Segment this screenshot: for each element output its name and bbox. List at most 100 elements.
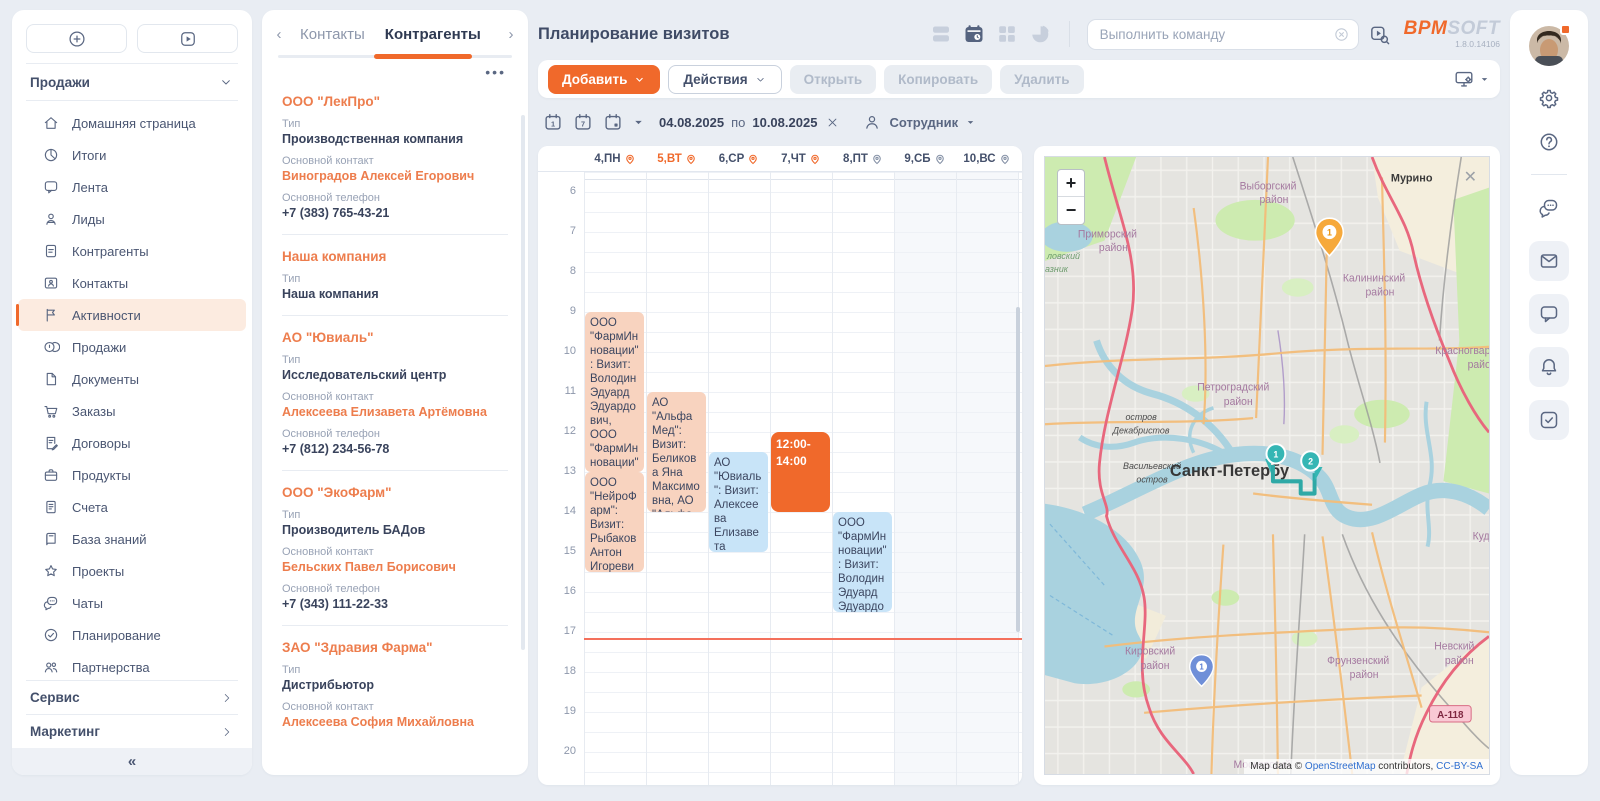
- tabs-next-arrow[interactable]: ›: [504, 26, 518, 43]
- sidebar-section-marketing[interactable]: Маркетинг: [26, 714, 238, 748]
- sidebar-item-chats[interactable]: Чаты: [18, 587, 246, 619]
- sidebar-item-feed[interactable]: Лента: [18, 171, 246, 203]
- day-header-today[interactable]: 5,ВТ: [646, 146, 708, 172]
- month-view-calendar-icon[interactable]: [602, 111, 624, 133]
- tabs-prev-arrow[interactable]: ‹: [272, 26, 286, 43]
- location-pin-icon[interactable]: [685, 153, 697, 165]
- account-card[interactable]: ООО "ЭкоФарм" ТипПроизводитель БАДов Осн…: [282, 485, 508, 626]
- panel-scrollbar[interactable]: [521, 115, 525, 650]
- day-view-calendar-icon[interactable]: 1: [542, 111, 564, 133]
- primary-contact-link[interactable]: Бельских Павел Борисович: [282, 560, 508, 574]
- sidebar-item-products[interactable]: Продукты: [18, 459, 246, 491]
- zoom-out-button[interactable]: −: [1058, 197, 1084, 224]
- account-title-link[interactable]: АО "Ювиаль": [282, 330, 508, 345]
- calendar-event[interactable]: ООО "ФармИнновации": Визит: Володин Эдуа…: [833, 512, 892, 612]
- sidebar-item-leads[interactable]: Лиды: [18, 203, 246, 235]
- run-process-button[interactable]: [137, 24, 238, 53]
- copy-button[interactable]: Копировать: [884, 65, 992, 94]
- calendar-view-icon[interactable]: [962, 22, 986, 46]
- date-from[interactable]: 04.08.2025: [659, 115, 724, 130]
- map-close-icon[interactable]: ✕: [1464, 167, 1477, 187]
- grid-view-icon[interactable]: [995, 22, 1019, 46]
- primary-contact-link[interactable]: Алексеева Елизавета Артёмовна: [282, 405, 508, 419]
- location-pin-icon[interactable]: [809, 153, 821, 165]
- day-header[interactable]: 4,ПН: [584, 146, 646, 172]
- map[interactable]: Выборгский район Приморский район Калини…: [1044, 156, 1490, 775]
- sidebar-item-documents[interactable]: Документы: [18, 363, 246, 395]
- sidebar-item-summaries[interactable]: Итоги: [18, 139, 246, 171]
- sidebar-item-contacts[interactable]: Контакты: [18, 267, 246, 299]
- clear-date-filter-icon[interactable]: [825, 115, 840, 130]
- workplace-selector[interactable]: Продажи: [26, 63, 238, 101]
- tab-contacts[interactable]: Контакты: [294, 26, 371, 43]
- sidebar-section-service[interactable]: Сервис: [26, 680, 238, 714]
- primary-contact-link[interactable]: Виноградов Алексей Егорович: [282, 169, 508, 183]
- location-pin-icon[interactable]: [871, 153, 883, 165]
- location-pin-icon[interactable]: [747, 153, 759, 165]
- week-view-calendar-icon[interactable]: 7: [572, 111, 594, 133]
- sidebar-item-projects[interactable]: Проекты: [18, 555, 246, 587]
- command-line[interactable]: [1087, 19, 1359, 50]
- calendar-event[interactable]: ООО "НейроФарм": Визит: Рыбаков Антон Иг…: [585, 472, 644, 572]
- day-header[interactable]: 9,СБ: [894, 146, 956, 172]
- map-marker-route-end[interactable]: 2: [1301, 451, 1320, 470]
- sidebar-item-partnerships[interactable]: Партнерства: [18, 651, 246, 680]
- period-chevron-icon[interactable]: [632, 116, 645, 129]
- scheduler-grid[interactable]: 6 7 8 9 10 11 12 13 14 15 16 17 18 19 20…: [538, 172, 1022, 785]
- settings-gear-icon[interactable]: [1537, 86, 1561, 110]
- run-command-icon[interactable]: [1368, 23, 1391, 46]
- actions-button[interactable]: Действия: [668, 65, 781, 94]
- date-range-filter[interactable]: 04.08.2025 по 10.08.2025: [659, 115, 817, 130]
- sidebar-item-orders[interactable]: Заказы: [18, 395, 246, 427]
- clear-command-icon[interactable]: [1333, 26, 1350, 43]
- day-header[interactable]: 7,ЧТ: [770, 146, 832, 172]
- tasks-button[interactable]: [1529, 400, 1569, 440]
- feed-panel-button[interactable]: [1529, 294, 1569, 334]
- day-header[interactable]: 8,ПТ: [832, 146, 894, 172]
- sidebar-item-invoices[interactable]: Счета: [18, 491, 246, 523]
- sidebar-item-home-page[interactable]: Домашняя страница: [18, 107, 246, 139]
- account-title-link[interactable]: Наша компания: [282, 249, 508, 264]
- location-pin-icon[interactable]: [624, 153, 636, 165]
- sidebar-collapse-button[interactable]: «: [12, 748, 252, 775]
- location-pin-icon[interactable]: [934, 153, 946, 165]
- account-title-link[interactable]: ООО "ЭкоФарм": [282, 485, 508, 500]
- employee-filter[interactable]: Сотрудник: [862, 112, 976, 132]
- sidebar-item-accounts[interactable]: Контрагенты: [18, 235, 246, 267]
- notifications-button[interactable]: [1529, 347, 1569, 387]
- account-card[interactable]: ООО "ЛекПро" ТипПроизводственная компани…: [282, 94, 508, 235]
- sidebar-item-activities[interactable]: Активности: [18, 299, 246, 331]
- mail-panel-button[interactable]: [1529, 241, 1569, 281]
- add-record-button[interactable]: [26, 24, 127, 53]
- account-card[interactable]: Наша компания ТипНаша компания: [282, 249, 508, 316]
- zoom-in-button[interactable]: +: [1058, 170, 1084, 197]
- sidebar-item-contracts[interactable]: Договоры: [18, 427, 246, 459]
- scheduler-scrollbar[interactable]: [1016, 307, 1020, 632]
- account-card[interactable]: АО "Ювиаль" ТипИсследовательский центр О…: [282, 330, 508, 471]
- day-header[interactable]: 10,ВС: [956, 146, 1018, 172]
- day-header[interactable]: 6,СР: [708, 146, 770, 172]
- help-icon[interactable]: [1537, 130, 1561, 154]
- panel-more-button[interactable]: •••: [485, 68, 506, 76]
- open-button[interactable]: Открыть: [790, 65, 877, 94]
- license-link[interactable]: CC-BY-SA: [1436, 761, 1483, 772]
- account-card[interactable]: ЗАО "Здравия Фарма" ТипДистрибьютор Осно…: [282, 640, 508, 729]
- date-to[interactable]: 10.08.2025: [752, 115, 817, 130]
- sidebar-item-planning[interactable]: Планирование: [18, 619, 246, 651]
- map-marker-route-start[interactable]: 1: [1267, 444, 1286, 463]
- analytics-view-icon[interactable]: [1028, 22, 1052, 46]
- calendar-event-selected[interactable]: 12:00-14:00: [771, 432, 830, 512]
- account-title-link[interactable]: ООО "ЛекПро": [282, 94, 508, 109]
- location-pin-icon[interactable]: [999, 153, 1011, 165]
- account-title-link[interactable]: ЗАО "Здравия Фарма": [282, 640, 508, 655]
- calendar-event[interactable]: ООО "ФармИнновации": Визит: Володин Эдуа…: [585, 312, 644, 472]
- calendar-event[interactable]: АО "Ювиаль": Визит: Алексеева Елизавета …: [709, 452, 768, 552]
- command-input[interactable]: [1100, 27, 1327, 42]
- tab-accounts[interactable]: Контрагенты: [379, 26, 487, 43]
- list-view-icon[interactable]: [929, 22, 953, 46]
- chats-panel-button[interactable]: [1529, 188, 1569, 228]
- display-settings-button[interactable]: [1453, 68, 1490, 90]
- openstreetmap-link[interactable]: OpenStreetMap: [1305, 761, 1376, 772]
- sidebar-item-sales[interactable]: Продажи: [18, 331, 246, 363]
- avatar[interactable]: [1529, 26, 1569, 66]
